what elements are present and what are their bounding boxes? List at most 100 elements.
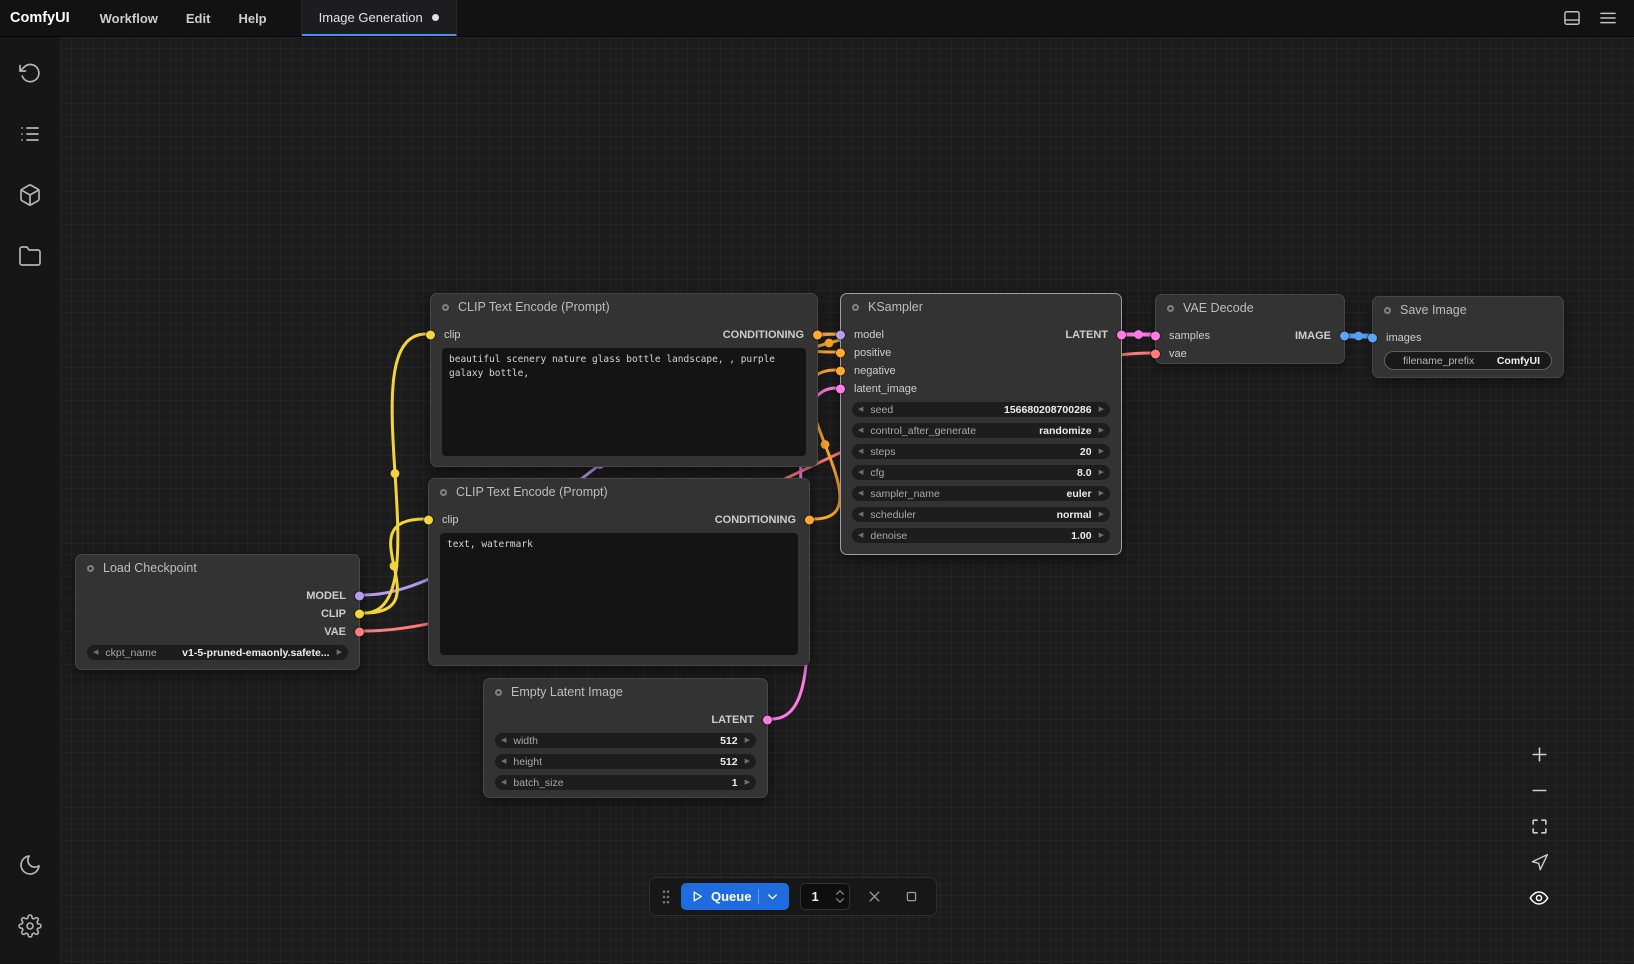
batch-count-stepper[interactable]: 1 (800, 883, 850, 910)
collapse-dot-icon[interactable] (852, 304, 859, 311)
menu-help[interactable]: Help (224, 0, 280, 36)
seed-widget[interactable]: ◀seed156680208700286▶ (852, 402, 1110, 417)
node-graph-canvas[interactable]: CLIP Text Encode (Prompt)clipCONDITIONIN… (60, 37, 1634, 964)
queue-list-icon[interactable] (8, 112, 52, 156)
increment-arrow-icon[interactable]: ▶ (745, 779, 750, 786)
height-widget[interactable]: ◀ height 512 ▶ (495, 754, 756, 769)
decrement-arrow-icon[interactable]: ◀ (858, 469, 863, 476)
LATENT-output-port[interactable] (1117, 331, 1126, 340)
increment-arrow-icon[interactable]: ▶ (745, 737, 750, 744)
steps-widget[interactable]: ◀steps20▶ (852, 444, 1110, 459)
workflow-tabs: Image Generation (301, 0, 457, 36)
increment-arrow-icon[interactable]: ▶ (1099, 511, 1104, 518)
node-clip-positive[interactable]: CLIP Text Encode (Prompt)clipCONDITIONIN… (430, 293, 818, 467)
node-load-checkpoint[interactable]: Load CheckpointMODELCLIPVAE◀ckpt_namev1-… (75, 554, 360, 670)
decrement-arrow-icon[interactable]: ◀ (858, 532, 863, 539)
increment-arrow-icon[interactable]: ▶ (1099, 448, 1104, 455)
stepper-up-icon[interactable] (835, 889, 845, 896)
chevron-down-icon[interactable] (766, 890, 779, 903)
menu-edit[interactable]: Edit (172, 0, 225, 36)
pointer-navigate-icon[interactable] (1526, 850, 1552, 874)
decrement-arrow-icon[interactable]: ◀ (501, 737, 506, 744)
menu-workflow[interactable]: Workflow (86, 0, 172, 36)
history-icon[interactable] (8, 51, 52, 95)
increment-arrow-icon[interactable]: ▶ (1099, 532, 1104, 539)
stop-square-icon[interactable] (898, 884, 924, 910)
workflows-folder-icon[interactable] (8, 234, 52, 278)
increment-arrow-icon[interactable]: ▶ (1099, 406, 1104, 413)
clip-input-port[interactable] (426, 331, 435, 340)
vae-input-port[interactable] (1151, 350, 1160, 359)
filename_prefix-widget[interactable]: filename_prefixComfyUI (1384, 351, 1552, 370)
theme-moon-icon[interactable] (8, 843, 52, 887)
port-row: CLIP (76, 605, 359, 623)
collapse-dot-icon[interactable] (87, 565, 94, 572)
increment-arrow-icon[interactable]: ▶ (1099, 490, 1104, 497)
clip-input-port[interactable] (424, 516, 433, 525)
hamburger-menu-icon[interactable] (1594, 4, 1622, 32)
cfg-widget[interactable]: ◀cfg8.0▶ (852, 465, 1110, 480)
collapse-dot-icon[interactable] (440, 489, 447, 496)
denoise-widget[interactable]: ◀denoise1.00▶ (852, 528, 1110, 543)
node-clip-negative[interactable]: CLIP Text Encode (Prompt)clipCONDITIONIN… (428, 478, 810, 666)
collapse-dot-icon[interactable] (495, 689, 502, 696)
queue-button[interactable]: Queue (681, 883, 789, 910)
decrement-arrow-icon[interactable]: ◀ (858, 511, 863, 518)
latent_image-input-port[interactable] (836, 385, 845, 394)
tab-image-generation[interactable]: Image Generation (302, 0, 457, 36)
sampler_name-widget[interactable]: ◀sampler_nameeuler▶ (852, 486, 1110, 501)
width-widget[interactable]: ◀width512▶ (495, 733, 756, 748)
model-input-port[interactable] (836, 331, 845, 340)
scheduler-widget[interactable]: ◀schedulernormal▶ (852, 507, 1110, 522)
prompt-text-widget[interactable]: beautiful scenery nature glass bottle la… (442, 348, 806, 456)
CONDITIONING-output-port[interactable] (805, 516, 814, 525)
collapse-dot-icon[interactable] (442, 304, 449, 311)
increment-arrow-icon[interactable]: ▶ (745, 758, 750, 765)
positive-input-port[interactable] (836, 349, 845, 358)
decrement-arrow-icon[interactable]: ◀ (501, 779, 506, 786)
node-vae-decode[interactable]: VAE DecodesamplesIMAGEvae (1155, 294, 1345, 364)
CONDITIONING-output-port[interactable] (813, 331, 822, 340)
images-input-port[interactable] (1368, 334, 1377, 343)
batch_size-widget[interactable]: ◀batch_size1▶ (495, 775, 756, 790)
increment-arrow-icon[interactable]: ▶ (1099, 427, 1104, 434)
widget-value: 512 (720, 756, 738, 768)
decrement-arrow-icon[interactable]: ◀ (858, 448, 863, 455)
widget-value: ComfyUI (1497, 355, 1540, 367)
decrement-arrow-icon[interactable]: ◀ (501, 758, 506, 765)
CLIP-output-port[interactable] (355, 610, 364, 619)
ckpt_name-widget[interactable]: ◀ckpt_namev1-5-pruned-emaonly.safete...▶ (87, 645, 348, 660)
decrement-arrow-icon[interactable]: ◀ (93, 649, 98, 656)
widget-label: height (513, 756, 542, 768)
IMAGE-output-port[interactable] (1340, 332, 1349, 341)
decrement-arrow-icon[interactable]: ◀ (858, 490, 863, 497)
decrement-arrow-icon[interactable]: ◀ (858, 406, 863, 413)
panel-toggle-icon[interactable] (1558, 4, 1586, 32)
cancel-x-icon[interactable] (861, 884, 887, 910)
node-empty-latent[interactable]: Empty Latent ImageLATENT◀width512▶◀heigh… (483, 678, 768, 798)
collapse-dot-icon[interactable] (1384, 307, 1391, 314)
VAE-output-port[interactable] (355, 628, 364, 637)
samples-input-port[interactable] (1151, 332, 1160, 341)
stepper-down-icon[interactable] (835, 897, 845, 904)
zoom-in-icon[interactable] (1526, 742, 1552, 766)
MODEL-output-port[interactable] (355, 592, 364, 601)
zoom-out-icon[interactable] (1526, 778, 1552, 802)
node-ksampler[interactable]: KSamplermodelLATENTpositivenegativelaten… (840, 293, 1122, 555)
fit-view-icon[interactable] (1526, 814, 1552, 838)
prompt-text-widget[interactable]: text, watermark (440, 533, 798, 655)
control_after_generate-widget[interactable]: ◀control_after_generaterandomize▶ (852, 423, 1110, 438)
node-save-image[interactable]: Save Imageimagesfilename_prefixComfyUI (1372, 296, 1564, 378)
LATENT-output-port[interactable] (763, 716, 772, 725)
negative-input-port[interactable] (836, 367, 845, 376)
increment-arrow-icon[interactable]: ▶ (337, 649, 342, 656)
collapse-dot-icon[interactable] (1167, 305, 1174, 312)
toggle-link-visibility-eye-icon[interactable] (1526, 886, 1552, 910)
increment-arrow-icon[interactable]: ▶ (1099, 469, 1104, 476)
decrement-arrow-icon[interactable]: ◀ (858, 427, 863, 434)
input-port-label: model (854, 329, 884, 341)
toolbar-drag-handle[interactable] (662, 889, 670, 905)
node-header: CLIP Text Encode (Prompt) (429, 479, 809, 505)
settings-gear-icon[interactable] (8, 904, 52, 948)
model-library-icon[interactable] (8, 173, 52, 217)
